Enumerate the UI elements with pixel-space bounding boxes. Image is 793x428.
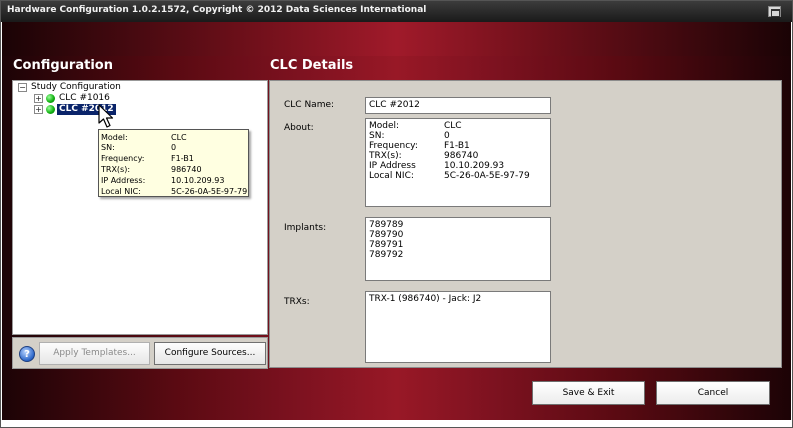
status-online-icon — [46, 105, 55, 114]
expand-icon[interactable]: + — [34, 105, 43, 114]
trxs-list[interactable]: TRX-1 (986740) - Jack: J2 — [365, 291, 551, 363]
implant-item[interactable]: 789789 — [369, 220, 403, 230]
status-online-icon — [46, 94, 55, 103]
tooltip-ip-key: IP Address: — [101, 176, 146, 185]
about-label: About: — [284, 123, 314, 133]
about-nic-key: Local NIC: — [369, 171, 414, 181]
tree-node-label[interactable]: CLC #1016 — [57, 93, 112, 104]
about-model-value: CLC — [444, 121, 462, 131]
tooltip-frequency-value: F1-B1 — [171, 154, 194, 163]
about-box: Model: CLC SN: 0 Frequency: F1-B1 TRX(s)… — [365, 118, 551, 207]
device-info-tooltip: Model: CLC SN: 0 Frequency: F1-B1 TRX(s)… — [98, 129, 249, 197]
about-frequency-value: F1-B1 — [444, 141, 470, 151]
about-sn-key: SN: — [369, 131, 385, 141]
mouse-cursor-icon — [98, 104, 114, 128]
hardware-configuration-window: Hardware Configuration 1.0.2.1572, Copyr… — [0, 0, 793, 428]
clc-name-field[interactable]: CLC #2012 — [365, 97, 551, 114]
header-band — [2, 22, 791, 56]
tooltip-sn-key: SN: — [101, 143, 115, 152]
tree-root-study-configuration[interactable]: − Study Configuration — [18, 82, 123, 93]
tooltip-sn-value: 0 — [171, 143, 177, 152]
about-trx-key: TRX(s): — [369, 151, 402, 161]
about-ip-key: IP Address — [369, 161, 416, 171]
tooltip-ip-value: 10.10.209.93 — [171, 176, 225, 185]
apply-templates-button[interactable]: Apply Templates... — [39, 342, 150, 365]
clc-name-label: CLC Name: — [284, 100, 335, 110]
clc-details-heading: CLC Details — [270, 58, 354, 73]
about-frequency-key: Frequency: — [369, 141, 418, 151]
implants-list[interactable]: 789789 789790 789791 789792 — [365, 217, 551, 281]
restore-icon[interactable] — [768, 6, 781, 17]
tooltip-trx-value: 986740 — [171, 165, 202, 174]
about-trx-value: 986740 — [444, 151, 479, 161]
implant-item[interactable]: 789791 — [369, 240, 403, 250]
about-model-key: Model: — [369, 121, 400, 131]
cancel-button[interactable]: Cancel — [656, 381, 770, 405]
configuration-heading: Configuration — [13, 58, 113, 73]
implants-label: Implants: — [284, 223, 327, 233]
clc-details-panel: CLC Name: CLC #2012 About: Model: CLC SN… — [269, 80, 782, 368]
tooltip-frequency-key: Frequency: — [101, 154, 145, 163]
configuration-button-bar: ? Apply Templates... Configure Sources..… — [12, 337, 268, 369]
save-exit-button[interactable]: Save & Exit — [532, 381, 645, 405]
collapse-icon[interactable]: − — [18, 83, 27, 92]
configure-sources-button[interactable]: Configure Sources... — [154, 342, 266, 365]
tree-root-label[interactable]: Study Configuration — [29, 82, 123, 93]
tooltip-nic-key: Local NIC: — [101, 187, 141, 196]
implant-item[interactable]: 789792 — [369, 250, 403, 260]
configuration-tree[interactable]: − Study Configuration + CLC #1016 + CLC #20… — [12, 80, 268, 335]
window-title: Hardware Configuration 1.0.2.1572, Copyr… — [7, 5, 427, 15]
tooltip-trx-key: TRX(s): — [101, 165, 131, 174]
help-icon[interactable]: ? — [19, 346, 35, 362]
trx-item[interactable]: TRX-1 (986740) - Jack: J2 — [369, 294, 481, 304]
tree-node-clc-1016[interactable]: + CLC #1016 — [34, 93, 112, 104]
tooltip-nic-value: 5C-26-0A-5E-97-79 — [171, 187, 248, 196]
about-sn-value: 0 — [444, 131, 450, 141]
about-ip-value: 10.10.209.93 — [444, 161, 505, 171]
title-bar[interactable]: Hardware Configuration 1.0.2.1572, Copyr… — [1, 1, 792, 22]
trxs-label: TRXs: — [284, 297, 310, 307]
implant-item[interactable]: 789790 — [369, 230, 403, 240]
expand-icon[interactable]: + — [34, 94, 43, 103]
about-nic-value: 5C-26-0A-5E-97-79 — [444, 171, 530, 181]
